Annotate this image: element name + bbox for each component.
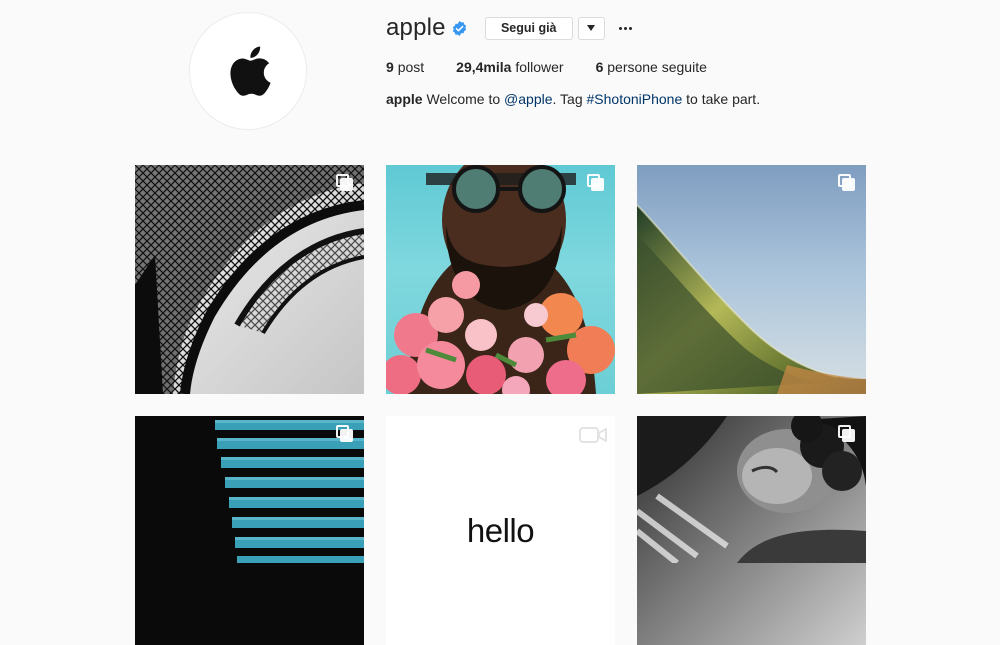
multiple-photos-icon <box>838 425 856 443</box>
profile-info: apple Segui già 9 post 29,4mila follower… <box>386 14 976 107</box>
following-button[interactable]: Segui già <box>484 16 573 40</box>
eiffel-tower-image <box>135 165 364 394</box>
multiple-photos-icon <box>838 174 856 192</box>
profile-title-row: apple Segui già <box>386 14 976 42</box>
bio-hashtag-link[interactable]: #ShotoniPhone <box>587 91 683 107</box>
video-camera-icon <box>579 426 607 449</box>
profile-bio: apple Welcome to @apple. Tag #ShotoniPho… <box>386 91 761 107</box>
hello-caption: hello <box>466 512 535 549</box>
man-with-flowers-image <box>386 165 615 394</box>
bw-portrait-image <box>637 416 866 566</box>
verified-badge-icon <box>452 20 467 36</box>
ocean-wave-image <box>637 204 866 394</box>
profile-username: apple <box>386 14 446 41</box>
blue-stripes-image <box>215 420 364 563</box>
post-ocean-wave[interactable] <box>637 165 866 394</box>
followers-count[interactable]: 29,4mila follower <box>456 59 563 75</box>
post-hello-video[interactable]: hello <box>386 416 615 645</box>
bio-text: Welcome to <box>426 91 501 107</box>
post-eiffel-tower[interactable] <box>135 165 364 394</box>
profile-avatar[interactable] <box>189 12 307 130</box>
multiple-photos-icon <box>587 174 605 192</box>
multiple-photos-icon <box>336 425 354 443</box>
following-count[interactable]: 6 persone seguite <box>596 59 707 75</box>
caret-down-icon <box>587 25 596 31</box>
profile-stats: 9 post 29,4mila follower 6 persone segui… <box>386 59 976 75</box>
suggestions-dropdown-button[interactable] <box>577 16 605 40</box>
post-blue-stripes[interactable] <box>135 416 364 645</box>
bio-name: apple <box>386 91 423 107</box>
multiple-photos-icon <box>336 174 354 192</box>
posts-count: 9 post <box>386 59 425 75</box>
apple-logo-icon <box>230 46 271 96</box>
bio-mention-link[interactable]: @apple <box>504 91 552 107</box>
post-bw-portrait[interactable] <box>637 416 866 645</box>
post-man-with-flowers[interactable] <box>386 165 615 394</box>
more-options-icon[interactable] <box>615 18 636 38</box>
